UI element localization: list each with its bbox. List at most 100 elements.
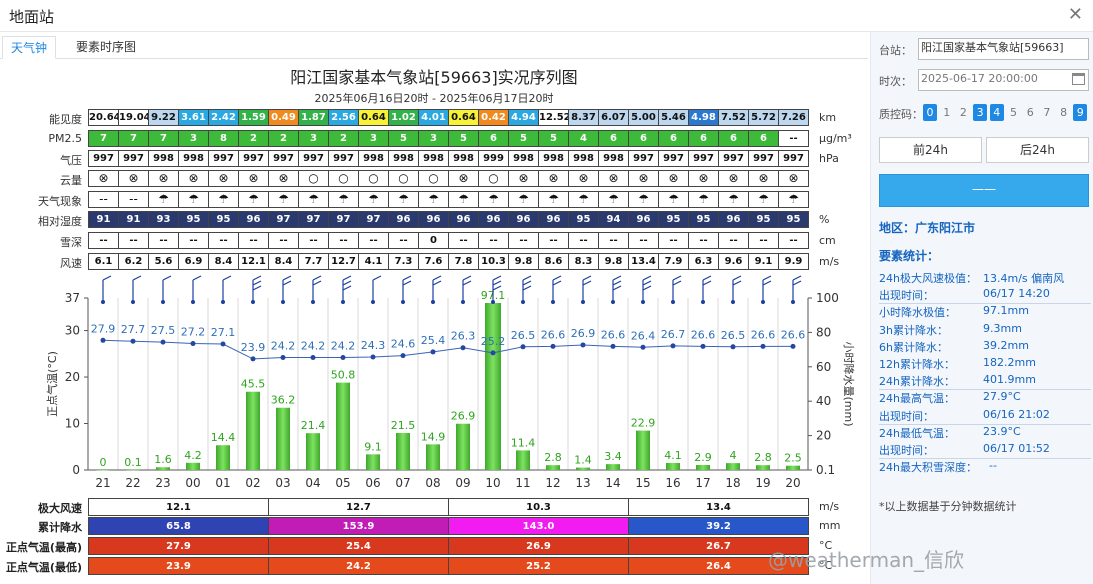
dialog-titlebar: 地面站 ✕ xyxy=(0,0,1093,32)
rain-bar xyxy=(336,382,350,470)
wind-barb-icon xyxy=(371,275,382,304)
qc-code-0[interactable]: 0 xyxy=(923,104,937,121)
stat-row: 24h累计降水： 401.9mm xyxy=(879,373,1036,389)
qc-code-1[interactable]: 1 xyxy=(940,104,954,121)
stat-value: 23.9°C xyxy=(983,424,1021,438)
temperature-value-label: 27.5 xyxy=(151,324,176,337)
y-tick-label: 37 xyxy=(65,291,80,305)
temperature-point xyxy=(160,339,166,345)
main-panel: 阳江国家基本气象站[59663]实况序列图 2025年06月16日20时 - 2… xyxy=(0,60,868,584)
qc-code-9[interactable]: 9 xyxy=(1073,104,1088,121)
temperature-value-label: 26.6 xyxy=(541,328,566,341)
stat-key: 小时降水极值： xyxy=(879,306,956,320)
next-24h-button[interactable]: 后24h xyxy=(986,137,1089,163)
wind-barb-icon xyxy=(131,275,142,304)
wind-barb-icon xyxy=(191,275,202,304)
qc-label: 质控码： xyxy=(879,108,923,121)
wind-barb-icon xyxy=(161,275,172,304)
stat-key: 出现时间： xyxy=(879,409,934,423)
tab-element-timeseries[interactable]: 要素时序图 xyxy=(64,36,148,59)
stat-value: 06/17 01:52 xyxy=(983,442,1050,455)
x-tick-label: 21 xyxy=(95,476,111,490)
station-input[interactable]: 阳江国家基本气象站[59663] xyxy=(918,38,1089,60)
stat-value: 13.4m/s 偏南风 xyxy=(983,272,1065,285)
temperature-value-label: 26.5 xyxy=(721,329,746,342)
rain-value-label: 4 xyxy=(730,449,737,462)
qc-code-5[interactable]: 5 xyxy=(1007,104,1021,121)
summary-label-wind: 极大风速 xyxy=(38,502,82,515)
temperature-point xyxy=(280,355,286,361)
temperature-point xyxy=(190,341,196,347)
rain-value-label: 2.9 xyxy=(694,451,712,464)
qc-code-6[interactable]: 6 xyxy=(1023,104,1037,121)
x-tick-label: 06 xyxy=(365,476,381,490)
qc-code-8[interactable]: 8 xyxy=(1057,104,1071,121)
rain-bar xyxy=(576,467,590,470)
stat-row: 24h极大风速极值： 13.4m/s 偏南风 xyxy=(879,270,1064,286)
temperature-value-label: 24.2 xyxy=(301,340,326,353)
stat-value: 97.1mm xyxy=(983,304,1029,318)
stat-key: 24h最大积雪深度： xyxy=(879,461,977,475)
rain-bar xyxy=(696,465,710,470)
rain-bar xyxy=(96,470,110,471)
y2-tick-label: 80 xyxy=(816,325,831,339)
temperature-point xyxy=(490,350,496,356)
summary-wind-cell: 12.7 xyxy=(268,498,449,516)
rain-bar xyxy=(396,433,410,470)
stat-key: 24h累计降水： xyxy=(879,375,955,389)
rain-bar xyxy=(156,467,170,470)
temperature-value-label: 26.4 xyxy=(631,329,656,342)
rain-bar xyxy=(666,462,680,470)
rain-value-label: 14.4 xyxy=(211,431,236,444)
rain-value-label: 1.4 xyxy=(574,454,592,467)
tab-weather-clock[interactable]: 天气钟 xyxy=(2,36,56,59)
stat-key: 24h极大风速极值： xyxy=(879,272,977,285)
dialog-title: 地面站 xyxy=(9,8,55,26)
stat-key: 3h累计降水： xyxy=(879,323,948,337)
rain-value-label: 2.8 xyxy=(754,451,772,464)
temperature-point xyxy=(640,344,646,350)
stat-row: 小时降水极值： 97.1mm xyxy=(879,304,1029,320)
wind-barb-icon xyxy=(551,275,562,304)
qc-code-3[interactable]: 3 xyxy=(973,104,988,121)
x-tick-label: 15 xyxy=(635,476,651,490)
stats-title: 要素统计： xyxy=(879,249,940,263)
rain-value-label: 26.9 xyxy=(451,410,476,423)
temperature-point xyxy=(580,342,586,348)
qc-code-7[interactable]: 7 xyxy=(1040,104,1054,121)
x-tick-label: 13 xyxy=(575,476,591,490)
query-button[interactable]: 一一 xyxy=(879,174,1089,207)
temperature-point xyxy=(760,343,766,349)
calendar-icon[interactable] xyxy=(1072,73,1085,85)
qc-code-4[interactable]: 4 xyxy=(989,104,1004,121)
stat-key: 出现时间： xyxy=(879,289,934,303)
rain-bar xyxy=(606,464,620,470)
stat-row: 24h最低气温： 23.9°C xyxy=(879,425,1021,441)
rain-bar xyxy=(276,407,290,470)
stat-key: 24h最高气温： xyxy=(879,392,955,406)
x-tick-label: 14 xyxy=(605,476,621,490)
wind-barb-icon xyxy=(611,275,622,304)
y2-tick-label: 20 xyxy=(816,429,831,443)
stat-row: 3h累计降水： 9.3mm xyxy=(879,322,1022,338)
stat-value: 182.2mm xyxy=(983,356,1036,369)
summary-label-tmin: 正点气温(最低) xyxy=(5,561,82,574)
close-icon[interactable]: ✕ xyxy=(1068,4,1083,25)
rain-value-label: 4.2 xyxy=(184,449,202,462)
temperature-point xyxy=(430,349,436,355)
temperature-point xyxy=(610,343,616,349)
x-tick-label: 12 xyxy=(545,476,561,490)
rain-value-label: 45.5 xyxy=(241,378,266,391)
time-input[interactable]: 2025-06-17 20:00:00 xyxy=(918,69,1089,91)
temperature-value-label: 24.2 xyxy=(331,340,356,353)
wind-barb-icon xyxy=(701,275,712,304)
time-value: 2025-06-17 20:00:00 xyxy=(921,72,1038,85)
x-tick-label: 19 xyxy=(755,476,771,490)
qc-code-2[interactable]: 2 xyxy=(956,104,970,121)
rain-bar xyxy=(485,302,501,470)
rain-bar xyxy=(456,423,470,470)
rain-bar xyxy=(186,462,200,470)
wind-barb-icon xyxy=(221,275,232,304)
prev-24h-button[interactable]: 前24h xyxy=(879,137,982,163)
temperature-value-label: 26.5 xyxy=(511,329,536,342)
